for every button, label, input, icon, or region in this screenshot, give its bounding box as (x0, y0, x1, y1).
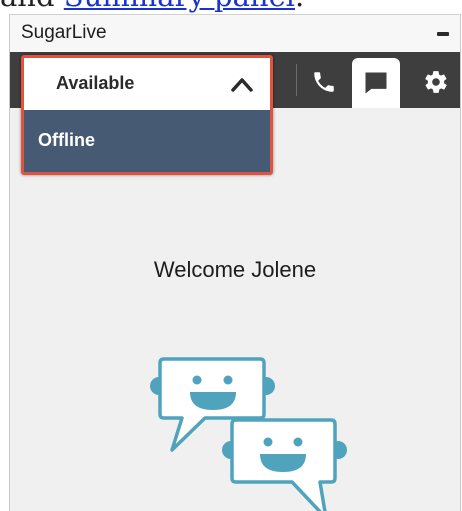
status-option-offline[interactable]: Offline (24, 110, 270, 172)
chevron-up-icon[interactable] (230, 74, 254, 94)
gear-icon (425, 71, 447, 93)
settings-button[interactable] (412, 58, 460, 106)
document-text-prefix: and (0, 0, 64, 13)
panel-title: SugarLive (21, 22, 107, 43)
status-selected[interactable]: Available (24, 58, 270, 110)
chat-icon (365, 72, 387, 94)
document-text-crop: and Summary panel. (0, 0, 462, 14)
panel-titlebar: SugarLive (10, 14, 460, 53)
phone-icon (314, 72, 334, 92)
chat-bubbles-illustration (150, 357, 347, 511)
welcome-message: Welcome Jolene (153, 257, 317, 282)
status-selected-label: Available (56, 73, 135, 93)
phone-button[interactable] (300, 58, 348, 106)
minimize-icon[interactable] (432, 23, 454, 45)
summary-panel-link[interactable]: Summary panel (64, 0, 295, 13)
document-text-suffix: . (295, 0, 304, 13)
toolbar-divider (296, 64, 297, 96)
page: and Summary panel. SugarLive (0, 0, 462, 511)
status-dropdown[interactable]: Available Offline (21, 55, 273, 175)
chat-button[interactable] (352, 58, 400, 108)
status-option-label: Offline (38, 130, 95, 150)
